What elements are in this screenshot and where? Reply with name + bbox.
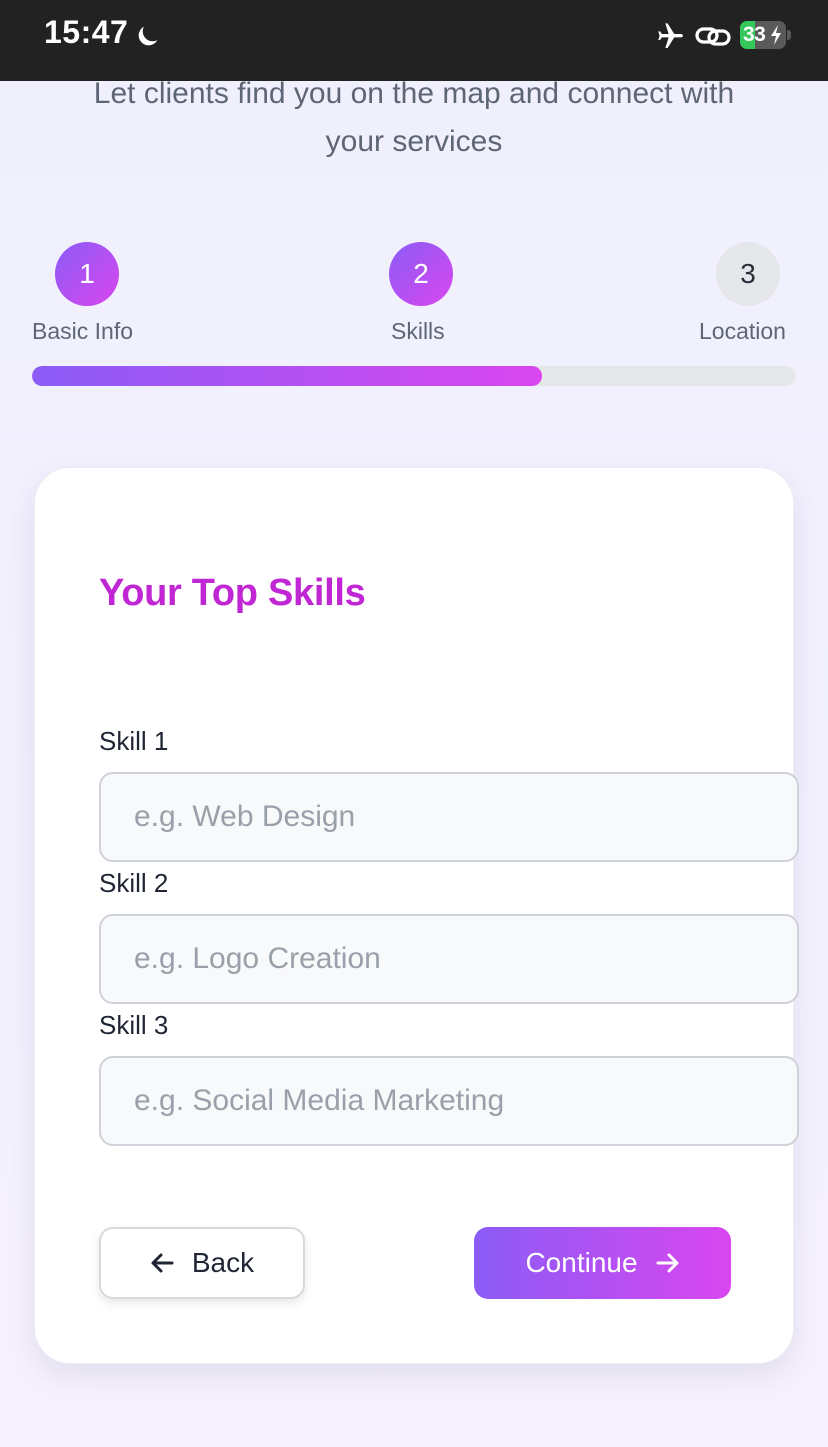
skill-2-label: Skill 2 — [99, 868, 169, 898]
card-title: Your Top Skills — [99, 572, 366, 614]
arrow-left-icon — [151, 1253, 174, 1273]
skill-3-label: Skill 3 — [99, 1010, 169, 1040]
step-2-label: Skills — [391, 318, 445, 344]
status-bar: 15:47 33 — [0, 0, 828, 81]
subtitle-line-2: your services — [325, 125, 503, 158]
airplane-icon — [658, 23, 683, 48]
step-1-indicator: 1 — [55, 242, 119, 306]
step-2-indicator: 2 — [389, 242, 453, 306]
continue-button-label: Continue — [525, 1247, 638, 1278]
page-subtitle: Let clients find you on the map and conn… — [40, 70, 788, 166]
skill-1-label: Skill 1 — [99, 726, 169, 756]
charging-bolt-icon — [771, 25, 781, 45]
skill-1-input[interactable] — [99, 772, 799, 862]
step-1-label: Basic Info — [32, 318, 133, 344]
skill-3-input[interactable] — [99, 1056, 799, 1146]
skill-2-input[interactable] — [99, 914, 799, 1004]
step-3-indicator: 3 — [716, 242, 780, 306]
step-3-label: Location — [699, 318, 786, 344]
back-button[interactable]: Back — [99, 1227, 305, 1299]
moon-icon — [138, 26, 158, 46]
arrow-right-icon — [656, 1253, 679, 1273]
battery-nub — [787, 30, 791, 40]
link-icon — [695, 27, 731, 46]
battery-icon: 33 — [740, 21, 786, 49]
back-button-label: Back — [191, 1247, 255, 1278]
progress-fill — [32, 366, 542, 386]
status-time: 15:47 — [44, 14, 129, 50]
subtitle-line-1: Let clients find you on the map and conn… — [93, 77, 735, 110]
progress-bar — [32, 366, 796, 386]
continue-button[interactable]: Continue — [474, 1227, 731, 1299]
skills-card: Your Top Skills Skill 1 Skill 2 Skill 3 … — [34, 467, 799, 1364]
